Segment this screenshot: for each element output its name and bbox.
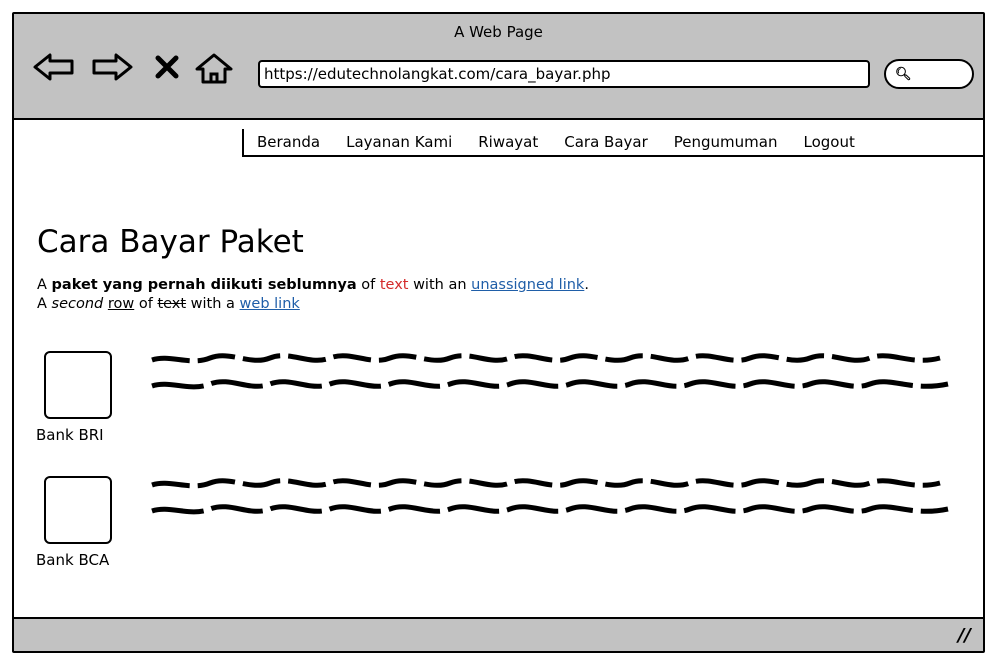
line2-underlined: row	[107, 296, 135, 312]
menu-item-beranda[interactable]: Beranda	[244, 133, 333, 151]
bank-bri-checkbox[interactable]	[44, 351, 112, 419]
stop-icon[interactable]	[152, 52, 182, 82]
unassigned-link[interactable]: unassigned link	[471, 277, 584, 293]
top-menu: Beranda Layanan Kami Riwayat Cara Bayar …	[242, 129, 983, 157]
url-input[interactable]: https://edutechnolangkat.com/cara_bayar.…	[258, 60, 870, 88]
description: A paket yang pernah diikuti seblumnya of…	[37, 276, 589, 314]
line2-prefix: A	[37, 296, 52, 312]
resize-handle-icon[interactable]: //	[958, 625, 971, 646]
line1-mid2: with an	[408, 277, 472, 293]
browser-toolbar: A Web Page https://edutechnolangkat.com/…	[14, 14, 983, 120]
window-title: A Web Page	[454, 23, 543, 41]
line1-bold: paket yang pernah diikuti seblumnya	[51, 277, 357, 293]
web-link[interactable]: web link	[240, 296, 300, 312]
bank-bca-checkbox[interactable]	[44, 476, 112, 544]
menu-item-pengumuman[interactable]: Pengumuman	[661, 133, 791, 151]
menu-item-riwayat[interactable]: Riwayat	[465, 133, 551, 151]
description-line-2: A second row of text with a web link	[37, 295, 589, 314]
search-input[interactable]: 🔍︎	[884, 59, 974, 89]
page-title: Cara Bayar Paket	[37, 224, 304, 260]
line2-mid2: with a	[186, 296, 240, 312]
description-line-1: A paket yang pernah diikuti seblumnya of…	[37, 276, 589, 295]
line1-red-text: text	[379, 277, 409, 293]
back-icon[interactable]	[32, 52, 76, 82]
line2-mid: of	[134, 296, 158, 312]
forward-icon[interactable]	[90, 52, 134, 82]
line2-strike: text	[157, 296, 187, 312]
search-icon: 🔍︎	[895, 67, 912, 82]
line1-mid: of	[356, 277, 380, 293]
status-bar: //	[14, 617, 983, 651]
browser-window: A Web Page https://edutechnolangkat.com/…	[12, 12, 985, 653]
menu-item-logout[interactable]: Logout	[790, 133, 867, 151]
bank-bca-placeholder-text	[151, 478, 949, 515]
menu-item-layanan-kami[interactable]: Layanan Kami	[333, 133, 465, 151]
bank-bca-label: Bank BCA	[36, 551, 110, 569]
line1-suffix: .	[584, 277, 589, 293]
line2-italic: second	[51, 296, 104, 312]
menu-item-cara-bayar[interactable]: Cara Bayar	[551, 133, 661, 151]
line1-prefix: A	[37, 277, 52, 293]
bank-bri-label: Bank BRI	[36, 426, 104, 444]
bank-bri-placeholder-text	[151, 353, 949, 390]
home-icon[interactable]	[194, 52, 234, 84]
